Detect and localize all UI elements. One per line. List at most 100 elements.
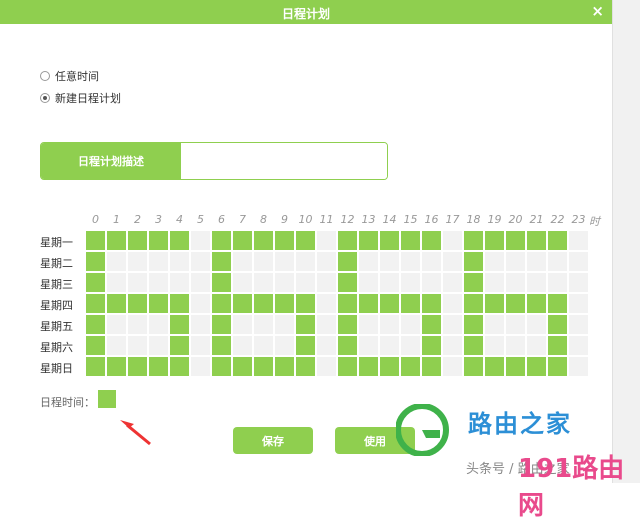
schedule-cell-active[interactable] (169, 356, 190, 377)
schedule-cell[interactable] (253, 272, 274, 293)
schedule-cell[interactable] (442, 293, 463, 314)
schedule-cell-active[interactable] (463, 230, 484, 251)
schedule-cell-active[interactable] (358, 293, 379, 314)
schedule-cell[interactable] (379, 314, 400, 335)
schedule-cell-active[interactable] (211, 230, 232, 251)
schedule-cell[interactable] (442, 335, 463, 356)
schedule-cell-active[interactable] (169, 293, 190, 314)
radio-button[interactable] (40, 71, 50, 81)
schedule-cell-active[interactable] (358, 356, 379, 377)
schedule-cell-active[interactable] (85, 230, 106, 251)
schedule-cell-active[interactable] (295, 293, 316, 314)
schedule-cell-active[interactable] (379, 293, 400, 314)
schedule-cell[interactable] (190, 230, 211, 251)
schedule-cell[interactable] (316, 335, 337, 356)
schedule-cell-active[interactable] (337, 293, 358, 314)
schedule-cell[interactable] (190, 335, 211, 356)
schedule-cell[interactable] (316, 230, 337, 251)
schedule-cell-active[interactable] (463, 314, 484, 335)
schedule-cell[interactable] (568, 335, 589, 356)
schedule-cell[interactable] (106, 251, 127, 272)
schedule-cell-active[interactable] (253, 356, 274, 377)
radio-any-time[interactable]: 任意时间 (40, 68, 99, 84)
schedule-cell[interactable] (295, 272, 316, 293)
schedule-cell-active[interactable] (379, 356, 400, 377)
schedule-cell[interactable] (127, 335, 148, 356)
schedule-cell[interactable] (484, 335, 505, 356)
schedule-cell[interactable] (442, 272, 463, 293)
schedule-cell-active[interactable] (253, 293, 274, 314)
schedule-cell-active[interactable] (127, 356, 148, 377)
schedule-cell[interactable] (190, 251, 211, 272)
schedule-cell[interactable] (295, 251, 316, 272)
schedule-cell-active[interactable] (400, 293, 421, 314)
schedule-cell-active[interactable] (337, 251, 358, 272)
schedule-cell[interactable] (316, 272, 337, 293)
schedule-cell[interactable] (484, 272, 505, 293)
schedule-cell-active[interactable] (547, 356, 568, 377)
schedule-cell-active[interactable] (211, 335, 232, 356)
schedule-cell[interactable] (421, 251, 442, 272)
schedule-cell[interactable] (442, 356, 463, 377)
schedule-cell-active[interactable] (295, 314, 316, 335)
schedule-cell-active[interactable] (400, 230, 421, 251)
schedule-cell[interactable] (568, 251, 589, 272)
schedule-cell-active[interactable] (169, 314, 190, 335)
schedule-cell[interactable] (505, 251, 526, 272)
schedule-cell-active[interactable] (85, 293, 106, 314)
schedule-cell-active[interactable] (85, 335, 106, 356)
schedule-cell-active[interactable] (232, 293, 253, 314)
schedule-cell[interactable] (274, 335, 295, 356)
schedule-cell-active[interactable] (463, 356, 484, 377)
schedule-cell-active[interactable] (211, 272, 232, 293)
schedule-cell[interactable] (526, 272, 547, 293)
schedule-cell[interactable] (274, 314, 295, 335)
schedule-cell[interactable] (568, 356, 589, 377)
schedule-cell-active[interactable] (148, 356, 169, 377)
schedule-cell[interactable] (568, 230, 589, 251)
schedule-cell-active[interactable] (526, 293, 547, 314)
schedule-cell[interactable] (358, 335, 379, 356)
schedule-cell-active[interactable] (127, 230, 148, 251)
schedule-cell[interactable] (253, 251, 274, 272)
scrollbar-track[interactable] (612, 0, 640, 483)
schedule-cell-active[interactable] (547, 335, 568, 356)
schedule-cell[interactable] (526, 314, 547, 335)
schedule-cell[interactable] (568, 293, 589, 314)
description-input[interactable] (181, 143, 387, 179)
schedule-cell-active[interactable] (337, 272, 358, 293)
schedule-cell-active[interactable] (295, 230, 316, 251)
schedule-cell[interactable] (274, 272, 295, 293)
schedule-cell-active[interactable] (484, 356, 505, 377)
schedule-cell-active[interactable] (421, 356, 442, 377)
schedule-cell-active[interactable] (106, 293, 127, 314)
schedule-cell[interactable] (148, 272, 169, 293)
schedule-cell-active[interactable] (127, 293, 148, 314)
schedule-cell[interactable] (232, 314, 253, 335)
radio-new-schedule[interactable]: 新建日程计划 (40, 90, 121, 106)
schedule-cell-active[interactable] (547, 293, 568, 314)
save-button[interactable]: 保存 (233, 427, 313, 454)
schedule-cell[interactable] (400, 314, 421, 335)
schedule-cell-active[interactable] (484, 293, 505, 314)
schedule-cell-active[interactable] (547, 230, 568, 251)
schedule-cell[interactable] (127, 251, 148, 272)
schedule-cell-active[interactable] (85, 314, 106, 335)
schedule-cell-active[interactable] (463, 251, 484, 272)
schedule-cell-active[interactable] (148, 293, 169, 314)
schedule-cell[interactable] (526, 335, 547, 356)
schedule-cell-active[interactable] (484, 230, 505, 251)
schedule-cell-active[interactable] (358, 230, 379, 251)
schedule-cell-active[interactable] (421, 335, 442, 356)
schedule-cell-active[interactable] (169, 230, 190, 251)
schedule-cell[interactable] (442, 251, 463, 272)
close-icon[interactable]: × (591, 2, 604, 20)
schedule-cell[interactable] (190, 314, 211, 335)
schedule-cell-active[interactable] (211, 314, 232, 335)
schedule-cell[interactable] (358, 314, 379, 335)
schedule-cell[interactable] (316, 293, 337, 314)
schedule-cell[interactable] (190, 293, 211, 314)
schedule-cell[interactable] (232, 272, 253, 293)
schedule-cell[interactable] (316, 251, 337, 272)
schedule-cell-active[interactable] (106, 230, 127, 251)
